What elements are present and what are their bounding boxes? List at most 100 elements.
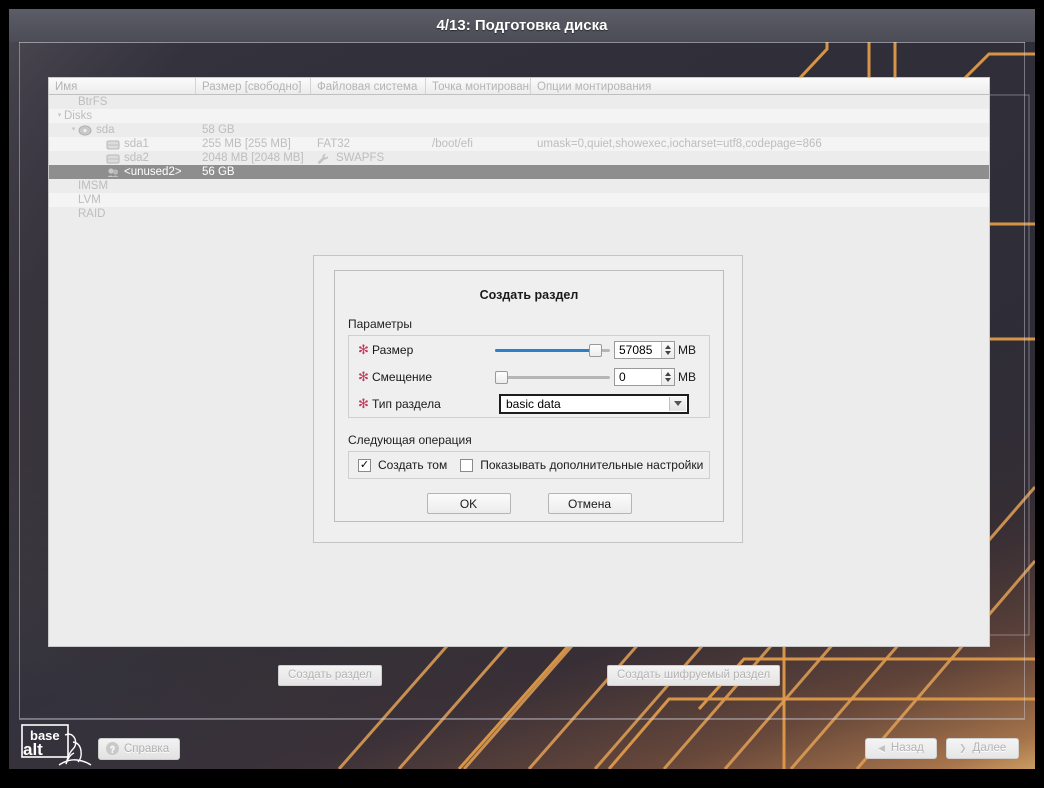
table-row[interactable]: IMSM [49,179,989,193]
spinner-up-icon[interactable] [665,372,671,376]
footer-divider [19,719,1025,720]
size-unit: MB [678,343,696,357]
cell-mountoptions [531,165,989,179]
spinner-down-icon[interactable] [665,351,671,355]
cell-size: 56 GB [196,165,311,179]
offset-slider[interactable] [495,370,610,384]
cell-mountoptions [531,109,989,123]
cell-size [196,179,311,193]
cell-filesystem [311,207,426,221]
partition-type-label: Тип раздела [372,397,495,411]
cell-mountpoint [426,165,531,179]
cell-size: 58 GB [196,123,311,137]
size-spinner[interactable] [614,341,675,359]
size-slider-fill [495,349,595,352]
cell-mountpoint: /boot/efi [426,137,531,151]
table-row[interactable]: <unused2>56 GB [49,165,989,179]
spinner-up-icon[interactable] [665,345,671,349]
size-label: Размер [372,343,495,357]
table-row[interactable]: ▾sda58 GB [49,123,989,137]
next-button-label: Далее [973,742,1007,754]
cancel-button[interactable]: Отмена [548,493,632,514]
cell-name: <unused2> [49,165,196,179]
table-row[interactable]: sda22048 MB [2048 MB]SWAPFS [49,151,989,165]
filesystem-label: SWAPFS [336,151,384,165]
expander-icon[interactable]: ▾ [69,123,78,137]
create-partition-dialog: Создать раздел Параметры ✻ Размер MB [313,255,743,543]
cell-name: LVM [49,193,196,207]
cell-filesystem [311,109,426,123]
question-mark-icon: ? [106,742,119,755]
column-header-mountoptions[interactable]: Опции монтирования [531,78,989,94]
disk-icon [78,125,92,136]
offset-slider-track [495,376,610,379]
required-asterisk-icon: ✻ [358,342,372,358]
cell-mountoptions [531,151,989,165]
offset-slider-knob[interactable] [495,371,508,384]
ok-button[interactable]: OK [427,493,511,514]
chevron-down-icon[interactable] [669,397,686,411]
window-title-bar: 4/13: Подготовка диска [9,9,1035,42]
create-partition-button[interactable]: Создать раздел [278,665,382,686]
help-button-label: Справка [124,743,169,755]
filesystem-label: FAT32 [317,137,350,151]
next-button[interactable]: ❯ Далее [946,738,1019,759]
cell-mountpoint [426,193,531,207]
create-encrypted-partition-button[interactable]: Создать шифруемый раздел [607,665,780,686]
table-row[interactable]: ▾Disks [49,109,989,123]
partition-type-select[interactable]: basic data [499,394,689,414]
offset-spinner-arrows[interactable] [661,369,674,385]
parameters-group: ✻ Размер MB ✻ Смещение [348,335,710,418]
expander-icon[interactable]: ▾ [55,109,64,123]
spinner-down-icon[interactable] [665,378,671,382]
create-volume-label[interactable]: Создать том [378,458,447,472]
unused-icon [106,167,120,178]
chevron-left-icon: ◀ [878,743,885,754]
dialog-content: Создать раздел Параметры ✻ Размер MB [334,270,724,522]
cell-filesystem: FAT32 [311,137,426,151]
row-name-label: BtrFS [78,95,107,109]
cell-name: IMSM [49,179,196,193]
table-row[interactable]: BtrFS [49,95,989,109]
table-row[interactable]: RAID [49,207,989,221]
column-header-mountpoint[interactable]: Точка монтирования [426,78,531,94]
partition-type-value: basic data [501,397,561,411]
installer-window: 4/13: Подготовка диска Имя Размер [свобо… [9,9,1035,769]
table-body: BtrFS▾Disks▾sda58 GBsda1255 MB [255 MB]F… [49,95,989,221]
offset-spinner[interactable] [614,368,675,386]
table-row[interactable]: sda1255 MB [255 MB]FAT32/boot/efiumask=0… [49,137,989,151]
size-input[interactable] [615,342,661,358]
partition-icon [106,153,120,164]
cell-mountoptions [531,193,989,207]
cell-filesystem [311,95,426,109]
table-header-row: Имя Размер [свободно] Файловая система Т… [49,78,989,95]
cell-name: BtrFS [49,95,196,109]
column-header-name[interactable]: Имя [49,78,196,94]
size-spinner-arrows[interactable] [661,342,674,358]
size-slider-knob[interactable] [589,344,602,357]
column-header-filesystem[interactable]: Файловая система [311,78,426,94]
size-row: ✻ Размер MB [349,336,709,363]
basealt-logo: base alt [21,722,103,768]
column-header-size[interactable]: Размер [свободно] [196,78,311,94]
cell-name: ▾sda [49,123,196,137]
cell-mountpoint [426,207,531,221]
help-button[interactable]: ? Справка [98,738,180,760]
table-row[interactable]: LVM [49,193,989,207]
size-slider[interactable] [495,343,610,357]
cell-mountoptions [531,207,989,221]
cell-mountpoint [426,123,531,137]
back-button[interactable]: ◀ Назад [865,738,937,759]
next-operation-row: ✓ Создать том Показывать дополнительные … [349,452,709,478]
offset-row: ✻ Смещение MB [349,363,709,390]
show-advanced-label[interactable]: Показывать дополнительные настройки [480,458,703,472]
back-button-label: Назад [891,742,924,754]
show-advanced-checkbox[interactable] [460,459,473,472]
parameters-group-label: Параметры [348,317,723,331]
cell-size [196,207,311,221]
offset-input[interactable] [615,369,661,385]
row-name-label: RAID [78,207,105,221]
create-volume-checkbox[interactable]: ✓ [358,459,371,472]
cell-mountpoint [426,151,531,165]
cell-mountpoint [426,95,531,109]
